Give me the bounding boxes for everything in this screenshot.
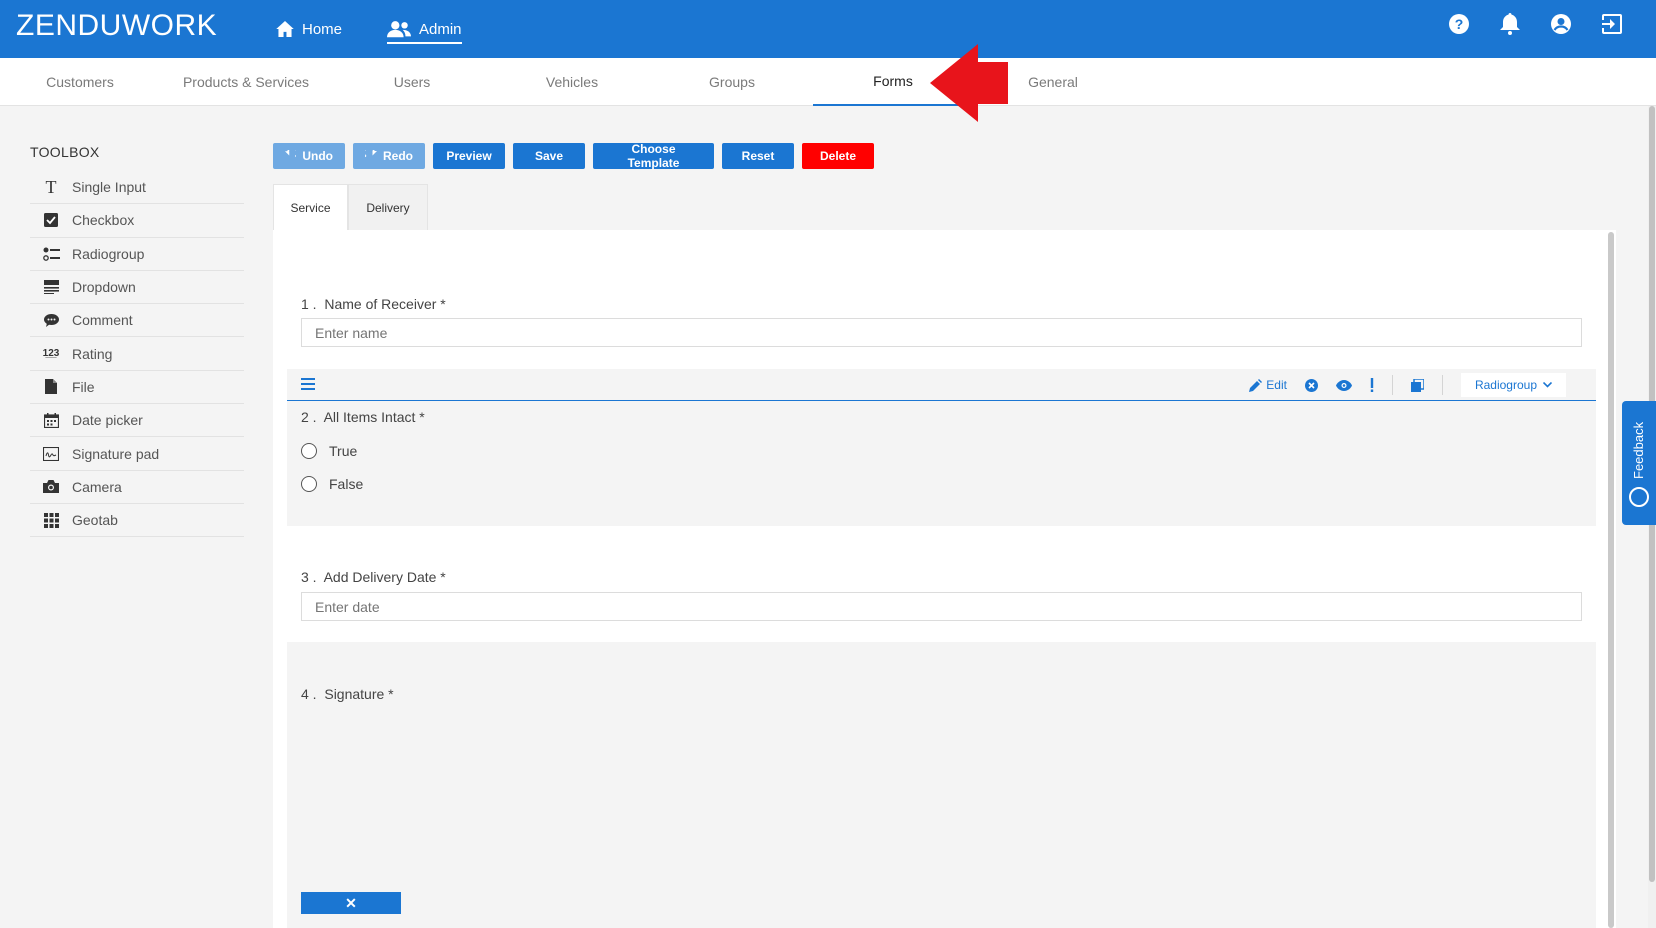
file-icon bbox=[30, 379, 72, 395]
radio-option-true[interactable]: True bbox=[301, 443, 357, 459]
undo-button[interactable]: Undo bbox=[273, 143, 345, 169]
nav-home[interactable]: Home bbox=[276, 0, 342, 58]
radio-option-false[interactable]: False bbox=[301, 476, 363, 492]
question-3-title: 3 . Add Delivery Date * bbox=[301, 569, 446, 585]
nav-admin-label: Admin bbox=[419, 20, 462, 38]
required-icon[interactable] bbox=[1370, 378, 1374, 392]
reset-button[interactable]: Reset bbox=[722, 143, 794, 169]
drag-handle-icon[interactable] bbox=[301, 378, 315, 390]
camera-icon bbox=[30, 480, 72, 494]
users-icon bbox=[387, 21, 411, 38]
form-tabs: Service Delivery bbox=[273, 184, 428, 231]
annotation-arrow-icon bbox=[930, 44, 1008, 122]
clear-signature-button[interactable]: ✕ bbox=[301, 892, 401, 914]
nav-home-label: Home bbox=[302, 20, 343, 38]
copy-icon[interactable] bbox=[1410, 378, 1424, 392]
feedback-label: Feedback bbox=[1631, 421, 1646, 479]
chevron-down-icon bbox=[1543, 382, 1552, 388]
question-1-title: 1 . Name of Receiver * bbox=[301, 296, 446, 312]
bell-icon[interactable] bbox=[1498, 12, 1522, 36]
preview-button[interactable]: Preview bbox=[433, 143, 505, 169]
toolbar-separator bbox=[1441, 375, 1443, 395]
toolbox-item-camera[interactable]: Camera bbox=[30, 471, 244, 504]
delete-circle-icon[interactable] bbox=[1304, 378, 1318, 392]
question-4-panel[interactable] bbox=[287, 642, 1596, 928]
choose-template-button[interactable]: Choose Template bbox=[593, 142, 714, 170]
toolbox-title: TOOLBOX bbox=[30, 144, 100, 160]
admin-tabs: Customers Products & Services Users Vehi… bbox=[0, 58, 1656, 106]
comment-icon bbox=[30, 313, 72, 327]
calendar-icon bbox=[30, 412, 72, 428]
text-icon: T bbox=[45, 176, 57, 197]
toolbar-separator bbox=[1391, 375, 1393, 395]
delete-button[interactable]: Delete bbox=[802, 143, 874, 169]
home-icon bbox=[276, 21, 294, 37]
tab-delivery[interactable]: Delivery bbox=[348, 184, 428, 231]
tab-groups[interactable]: Groups bbox=[652, 58, 812, 106]
radio-circle[interactable] bbox=[301, 476, 317, 492]
toolbox-item-checkbox[interactable]: Checkbox bbox=[30, 204, 244, 238]
toolbox-item-single-input[interactable]: T Single Input bbox=[30, 171, 244, 205]
question-2-panel[interactable]: Edit Radiogroup 2 . All Items Intact * T… bbox=[287, 369, 1596, 526]
signature-icon bbox=[30, 446, 72, 461]
grid-icon bbox=[30, 512, 72, 528]
toolbox-item-file[interactable]: File bbox=[30, 371, 244, 405]
canvas-scrollbar[interactable] bbox=[1608, 232, 1614, 928]
logout-icon[interactable] bbox=[1600, 12, 1624, 36]
radio-circle[interactable] bbox=[301, 443, 317, 459]
rating-icon: 1̲2̲3 bbox=[42, 348, 60, 360]
toolbox-item-radiogroup[interactable]: Radiogroup bbox=[30, 238, 244, 271]
form-actions: Undo Redo Preview Save Choose Template R… bbox=[273, 142, 874, 170]
question-2-title: 2 . All Items Intact * bbox=[301, 409, 425, 425]
svg-text:?: ? bbox=[1455, 16, 1464, 32]
redo-button[interactable]: Redo bbox=[353, 143, 425, 169]
name-of-receiver-input[interactable] bbox=[301, 318, 1582, 347]
radiogroup-icon bbox=[30, 247, 72, 261]
toolbox-item-dropdown[interactable]: Dropdown bbox=[30, 271, 244, 305]
eye-icon[interactable] bbox=[1335, 379, 1352, 391]
toolbox-item-rating[interactable]: 1̲2̲3 Rating bbox=[30, 337, 244, 371]
question-4-title: 4 . Signature * bbox=[301, 686, 394, 702]
top-bar: ZENDUWORK Home Admin ? bbox=[0, 0, 1656, 58]
edit-button[interactable]: Edit bbox=[1249, 378, 1287, 392]
save-button[interactable]: Save bbox=[513, 143, 585, 169]
top-icons: ? bbox=[1447, 12, 1624, 36]
account-icon[interactable] bbox=[1549, 12, 1573, 36]
brand-logo[interactable]: ZENDUWORK bbox=[16, 9, 217, 43]
dropdown-icon bbox=[30, 280, 72, 295]
question-toolbar: Edit Radiogroup bbox=[287, 369, 1596, 401]
toolbox-list: T Single Input Checkbox Radiogroup Dropd… bbox=[30, 171, 244, 538]
redo-icon bbox=[365, 150, 377, 158]
tab-customers[interactable]: Customers bbox=[0, 58, 160, 106]
question-controls: Edit Radiogroup bbox=[1249, 369, 1566, 401]
delivery-date-input[interactable] bbox=[301, 592, 1582, 621]
toolbox-item-date-picker[interactable]: Date picker bbox=[30, 404, 244, 438]
question-type-select[interactable]: Radiogroup bbox=[1460, 373, 1566, 397]
undo-icon bbox=[285, 150, 297, 158]
toolbox-item-comment[interactable]: Comment bbox=[30, 304, 244, 338]
toolbox-item-signature-pad[interactable]: Signature pad bbox=[30, 437, 244, 471]
nav-admin[interactable]: Admin bbox=[387, 0, 462, 58]
tab-service[interactable]: Service bbox=[273, 184, 348, 231]
help-icon[interactable]: ? bbox=[1447, 12, 1471, 36]
pencil-icon bbox=[1249, 378, 1263, 392]
toolbox-item-geotab[interactable]: Geotab bbox=[30, 504, 244, 538]
tab-products-services[interactable]: Products & Services bbox=[166, 58, 326, 106]
checkbox-icon bbox=[30, 213, 72, 228]
tab-users[interactable]: Users bbox=[332, 58, 492, 106]
feedback-icon bbox=[1629, 487, 1649, 507]
feedback-tab[interactable]: Feedback bbox=[1622, 401, 1656, 525]
tab-vehicles[interactable]: Vehicles bbox=[492, 58, 652, 106]
